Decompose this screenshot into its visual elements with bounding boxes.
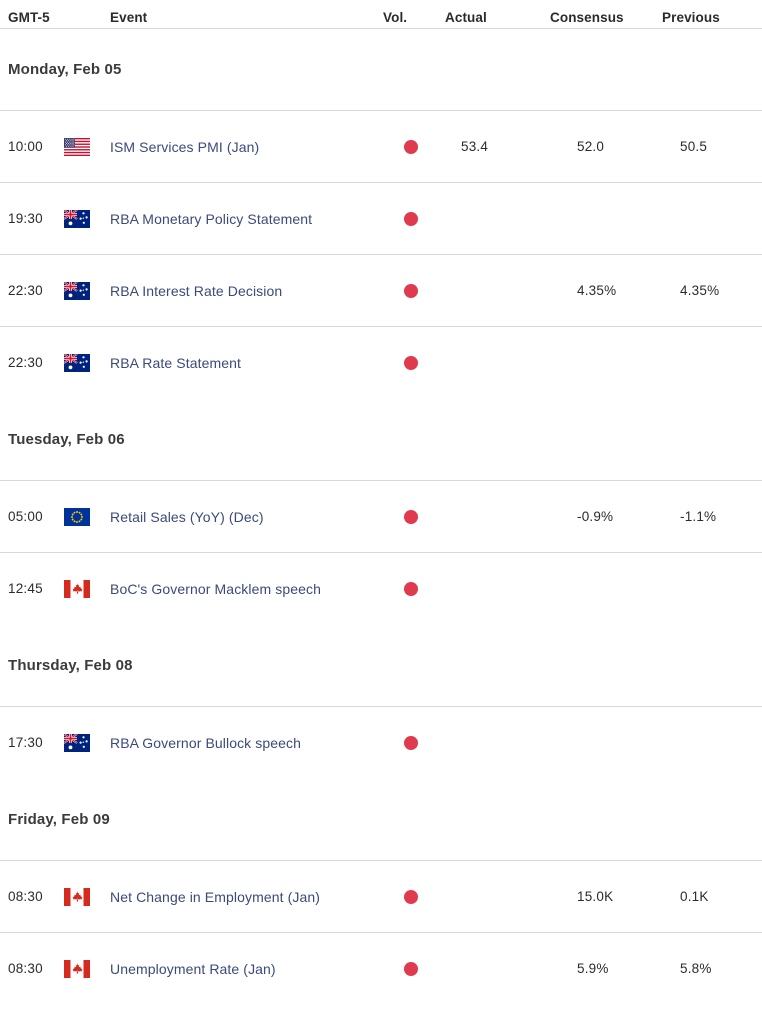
high-volatility-dot [404,735,418,750]
high-volatility-dot [404,139,418,154]
high-volatility-dot [404,283,418,298]
economic-calendar: GMT-5 Event Vol. Actual Consensus Previo… [0,0,762,1025]
high-volatility-dot [404,355,418,370]
column-header-previous: Previous [662,9,720,25]
event-name-link[interactable]: Net Change in Employment (Jan) [110,889,383,905]
column-header-volatility: Vol. [383,9,408,25]
column-header-actual: Actual [445,9,487,25]
volatility-indicator [383,283,445,298]
event-name-link[interactable]: RBA Rate Statement [110,355,383,371]
volatility-indicator [383,889,445,904]
event-time: 05:00 [8,509,43,524]
event-name-link[interactable]: Unemployment Rate (Jan) [110,961,383,977]
high-volatility-dot [404,581,418,596]
table-row[interactable]: 22:30 RBA Rate Statement [0,327,762,398]
event-previous-value: 4.35% [680,283,720,298]
date-group-header: Thursday, Feb 08 [8,656,133,674]
event-time: 10:00 [8,139,43,154]
date-group-header: Tuesday, Feb 06 [8,430,125,448]
date-group-header: Monday, Feb 05 [8,61,122,78]
volatility-indicator [383,211,445,226]
ca-flag-icon [64,960,110,978]
event-time: 08:30 [8,961,43,976]
high-volatility-dot [404,889,418,904]
ca-flag-icon [64,580,110,598]
event-name-link[interactable]: Retail Sales (YoY) (Dec) [110,509,383,525]
high-volatility-dot [404,961,418,976]
event-previous-value: 50.5 [680,139,708,154]
table-row[interactable]: 17:30 RBA Governor Bullock speech [0,707,762,778]
table-row[interactable]: 12:45 BoC's Governor Macklem speech [0,553,762,624]
event-previous-value: -1.1% [680,509,717,524]
high-volatility-dot [404,509,418,524]
event-name-link[interactable]: RBA Interest Rate Decision [110,283,383,299]
table-header-row: GMT-5 Event Vol. Actual Consensus Previo… [0,0,762,28]
date-group-header: Friday, Feb 09 [8,810,110,828]
volatility-indicator [383,961,445,976]
high-volatility-dot [404,211,418,226]
volatility-indicator [383,581,445,596]
event-consensus-value: 52.0 [577,139,605,154]
volatility-indicator [383,735,445,750]
column-header-event: Event [110,9,148,25]
event-name-link[interactable]: RBA Governor Bullock speech [110,735,383,751]
event-time: 08:30 [8,889,43,904]
event-name-link[interactable]: ISM Services PMI (Jan) [110,139,383,155]
au-flag-icon [64,210,110,228]
volatility-indicator [383,139,445,154]
event-time: 17:30 [8,735,43,750]
event-time: 22:30 [8,355,43,370]
volatility-indicator [383,355,445,370]
event-consensus-value: -0.9% [577,509,614,524]
au-flag-icon [64,282,110,300]
table-row[interactable]: 08:30 Unemployment Rate (Jan) 5.9% 5.8% [0,933,762,1004]
au-flag-icon [64,354,110,372]
us-flag-icon [64,138,110,156]
eu-flag-icon [64,508,110,526]
column-header-consensus: Consensus [550,9,624,25]
event-time: 19:30 [8,211,43,226]
volatility-indicator [383,509,445,524]
table-row[interactable]: 19:30 RBA Monetary Policy Statement [0,183,762,254]
table-row[interactable]: 08:30 Net Change in Employment (Jan) 15.0K… [0,861,762,932]
table-row[interactable]: 05:00 Retail Sales (YoY) (Dec) -0.9% -1.1% [0,481,762,552]
event-name-link[interactable]: RBA Monetary Policy Statement [110,211,383,227]
event-consensus-value: 5.9% [577,961,609,976]
au-flag-icon [64,734,110,752]
event-consensus-value: 4.35% [577,283,617,298]
event-time: 12:45 [8,581,43,596]
event-name-link[interactable]: BoC's Governor Macklem speech [110,581,383,597]
event-time: 22:30 [8,283,43,298]
event-previous-value: 0.1K [680,889,709,904]
table-row[interactable]: 22:30 RBA Interest Rate Decision 4.35% 4.35… [0,255,762,326]
event-actual-value: 53.4 [461,139,489,154]
column-header-time: GMT-5 [8,9,50,25]
ca-flag-icon [64,888,110,906]
event-previous-value: 5.8% [680,961,712,976]
calendar-body: Monday, Feb 05 10:00 ISM Services PMI (Jan… [0,29,762,1004]
table-row[interactable]: 10:00 ISM Services PMI (Jan) 53.4 52.0 50.5 [0,111,762,182]
event-consensus-value: 15.0K [577,889,614,904]
